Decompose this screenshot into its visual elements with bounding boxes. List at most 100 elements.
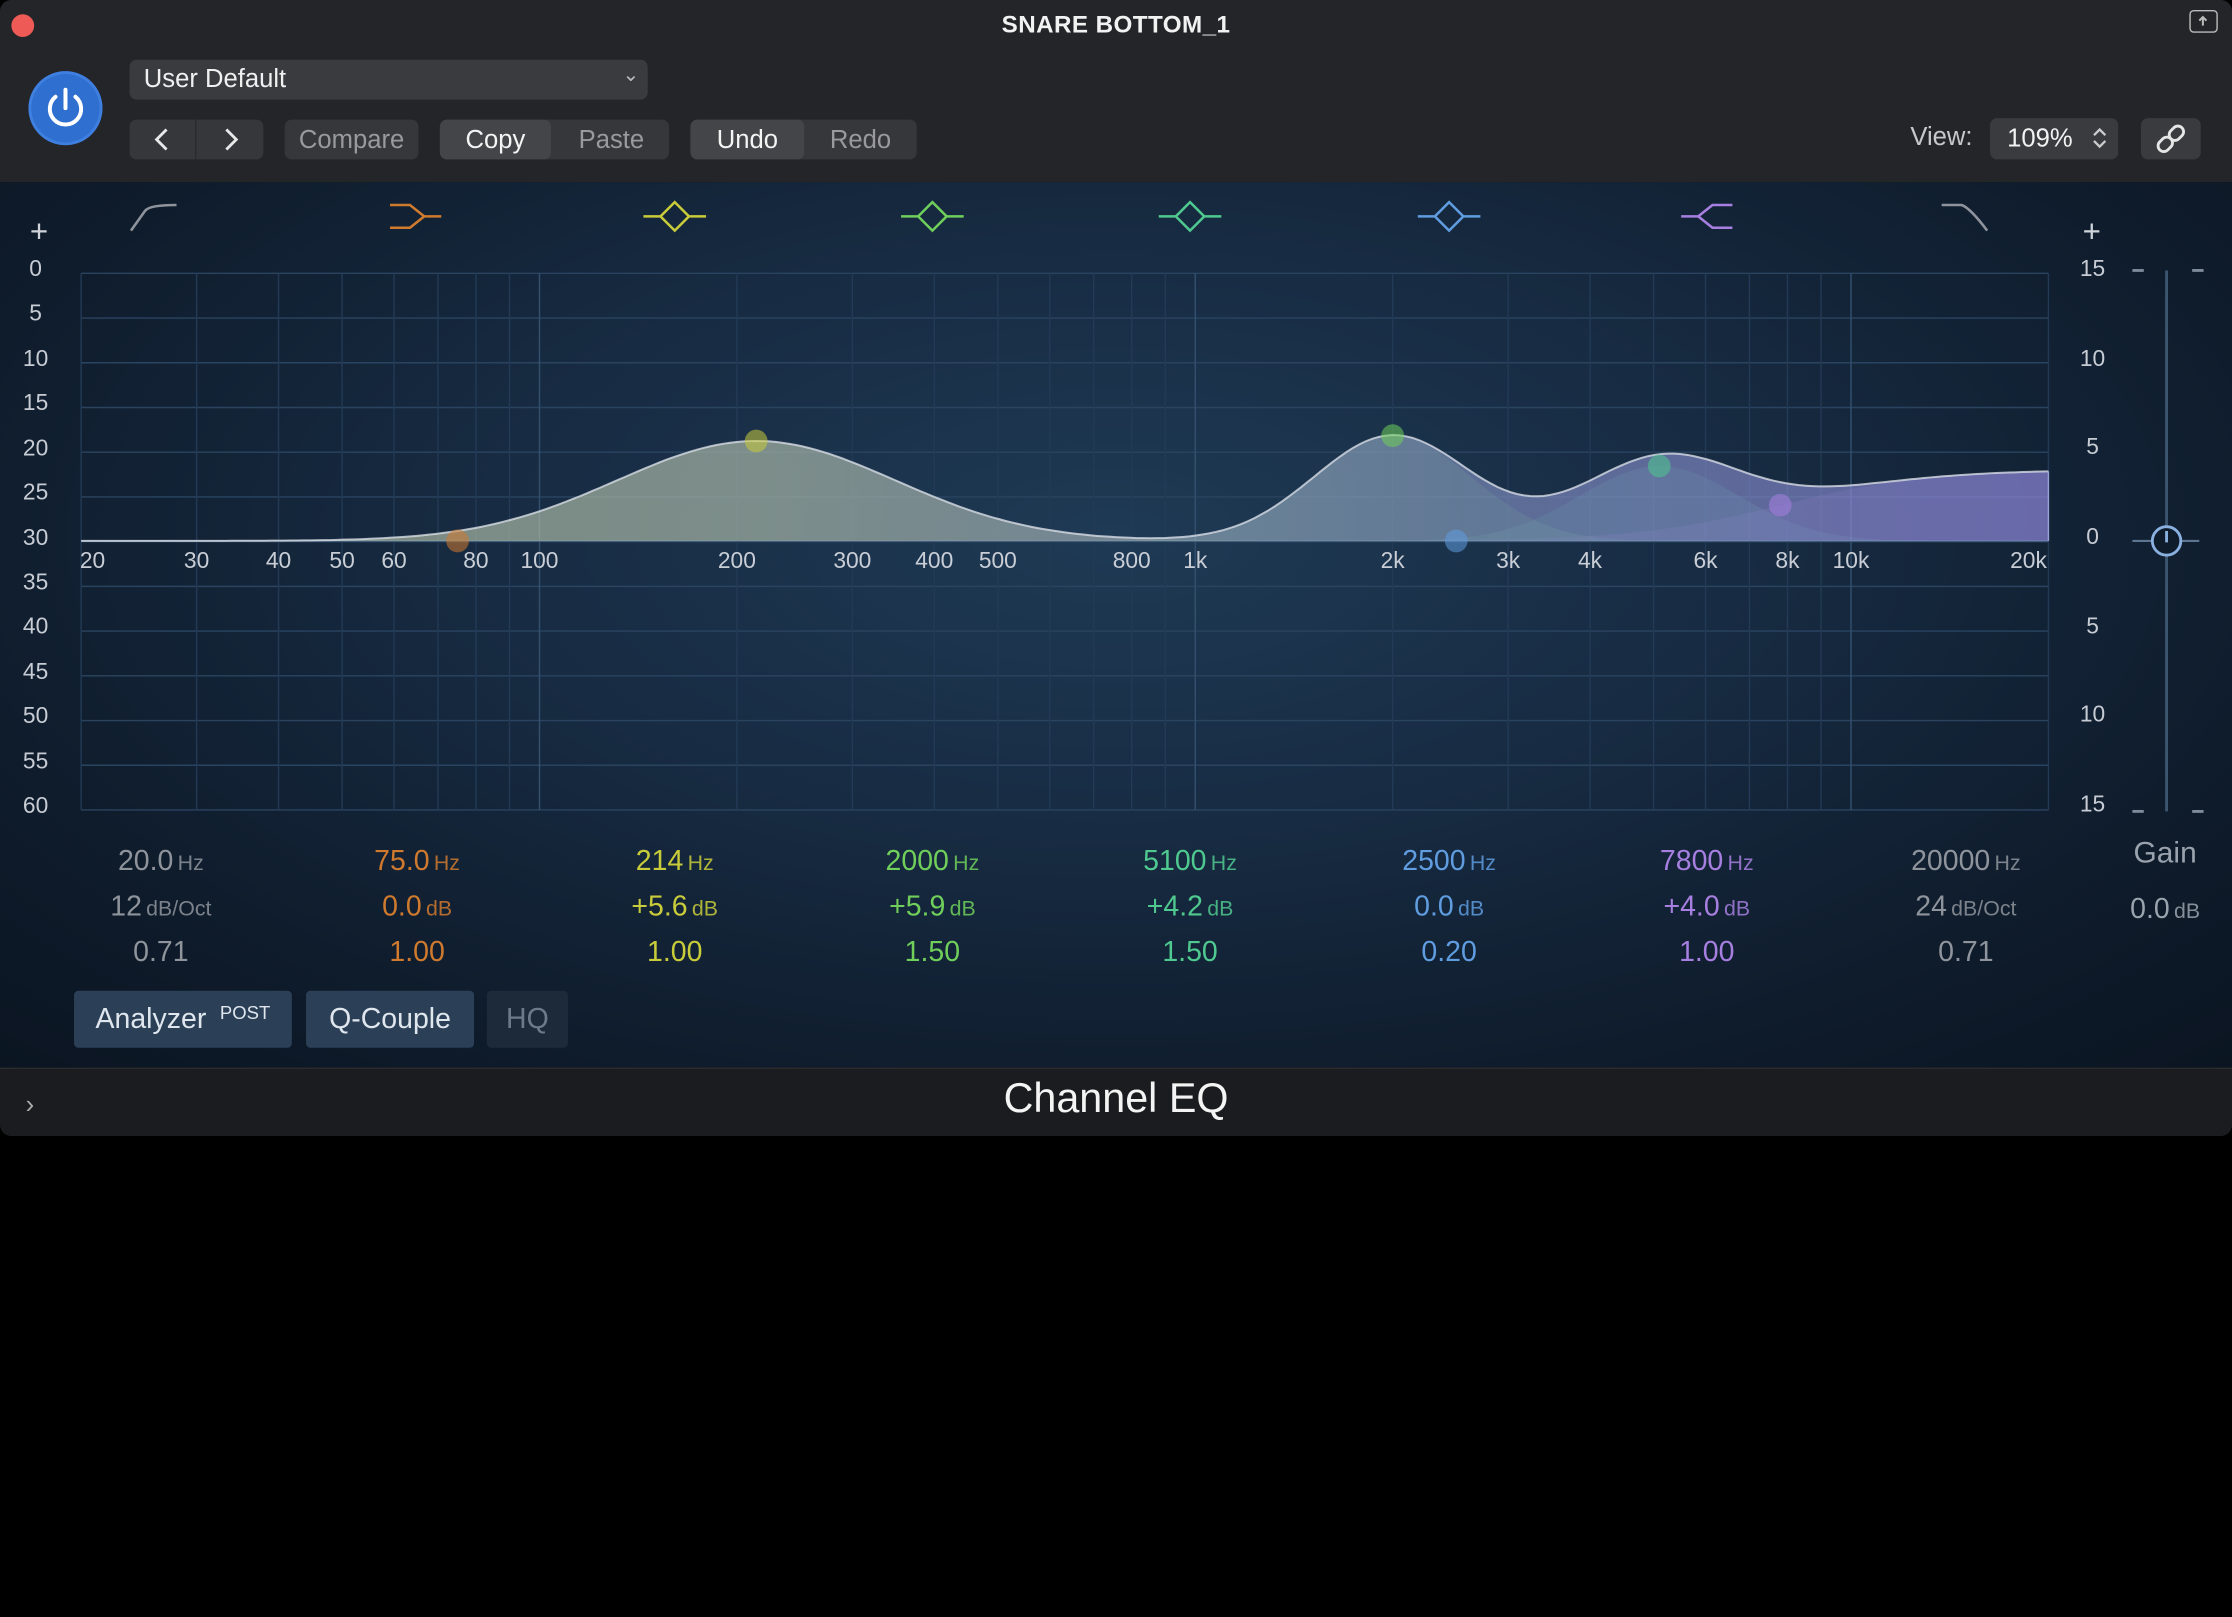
- band-8-gain[interactable]: 24 dB/Oct: [1866, 891, 2065, 924]
- gain-value: +4.0: [1663, 891, 1720, 923]
- gain-unit: dB/Oct: [1951, 896, 2017, 922]
- band-3-gain[interactable]: +5.6 dB: [575, 891, 774, 924]
- band-4-bell-icon[interactable]: [901, 200, 964, 233]
- band-5-bell-icon[interactable]: [1158, 200, 1222, 233]
- band-node-3[interactable]: [744, 429, 768, 453]
- copy-paste-group: Copy Paste: [439, 119, 670, 160]
- prev-preset-button[interactable]: [130, 119, 197, 160]
- gain-value: 0.0: [382, 891, 422, 923]
- gain-value: +5.9: [889, 891, 946, 923]
- band-node-7[interactable]: [1768, 493, 1792, 517]
- band-node-6[interactable]: [1444, 529, 1468, 553]
- undo-button[interactable]: Undo: [690, 119, 805, 160]
- freq-axis-label: 6k: [1693, 549, 1718, 574]
- gain-value[interactable]: 0.0 dB: [2093, 894, 2232, 927]
- preset-dropdown[interactable]: User Default ⌄: [129, 59, 648, 100]
- analyzer-toggle[interactable]: Analyzer POST: [74, 990, 292, 1048]
- view-zoom-dropdown[interactable]: 109%: [1990, 118, 2119, 160]
- add-right-plus[interactable]: +: [2083, 214, 2101, 251]
- band-5-gain[interactable]: +4.2 dB: [1090, 891, 1289, 924]
- band-3-bell-icon[interactable]: [643, 200, 707, 233]
- gain-value: +4.2: [1146, 891, 1203, 923]
- band-1-frequency[interactable]: 20.0 Hz: [61, 846, 260, 879]
- freq-axis-label: 800: [1112, 549, 1151, 574]
- paste-button[interactable]: Paste: [554, 120, 669, 160]
- band-type-icons[interactable]: [129, 200, 1989, 233]
- band-8-frequency[interactable]: 20000 Hz: [1866, 846, 2065, 879]
- view-label: View:: [1910, 122, 1973, 151]
- hq-toggle[interactable]: HQ: [486, 990, 568, 1048]
- band-8-high-cut-icon[interactable]: [1941, 203, 1989, 232]
- freq-value: 20000: [1911, 845, 1991, 877]
- freq-axis-label: 10k: [1832, 549, 1870, 574]
- freq-value: 2500: [1402, 845, 1466, 877]
- eq-display[interactable]: + + 0 5 10 15 20 25 30 35 40 45 50 55 60 15 10 5 0 5 10 15…: [0, 182, 2232, 1068]
- power-button[interactable]: [28, 71, 103, 146]
- eq-curves: [81, 434, 2050, 542]
- gain-slider[interactable]: [2132, 269, 2204, 813]
- add-left-plus[interactable]: +: [30, 214, 48, 251]
- preset-nav-group: [129, 119, 264, 160]
- q-couple-toggle[interactable]: Q-Couple: [306, 990, 475, 1048]
- band-2-frequency[interactable]: 75.0 Hz: [317, 846, 516, 879]
- band-7-gain[interactable]: +4.0 dB: [1607, 891, 1806, 924]
- copy-button[interactable]: Copy: [439, 119, 551, 160]
- band-5-q[interactable]: 1.50: [1090, 937, 1289, 970]
- eq-graph[interactable]: [0, 182, 2232, 1067]
- analyzer-scale-label: 45: [22, 660, 49, 685]
- band-7-high-shelf-icon[interactable]: [1681, 203, 1733, 230]
- chevron-left-icon: [154, 128, 168, 151]
- eq-total-fill: [81, 435, 2049, 541]
- gain-unit: dB: [2173, 899, 2201, 924]
- band-3-q[interactable]: 1.00: [575, 937, 774, 970]
- band-7-q[interactable]: 1.00: [1607, 937, 1806, 970]
- compare-button[interactable]: Compare: [284, 119, 419, 160]
- freq-axis-label: 20: [79, 549, 106, 574]
- band-6-frequency[interactable]: 2500 Hz: [1349, 846, 1548, 879]
- freq-unit: Hz: [1727, 851, 1754, 876]
- redo-button[interactable]: Redo: [804, 120, 916, 160]
- band-2-gain[interactable]: 0.0 dB: [317, 891, 516, 924]
- freq-value: 5100: [1143, 845, 1207, 877]
- freq-value: 2000: [885, 845, 949, 877]
- band-4-frequency[interactable]: 2000 Hz: [833, 846, 1032, 879]
- freq-axis-label: 8k: [1775, 549, 1800, 574]
- link-button[interactable]: [2140, 118, 2201, 160]
- band-4-q[interactable]: 1.50: [833, 937, 1032, 970]
- band-4-gain[interactable]: +5.9 dB: [833, 891, 1032, 924]
- analyzer-scale-label: 0: [29, 257, 42, 282]
- band-1-low-cut-icon[interactable]: [129, 203, 177, 232]
- band-3-frequency[interactable]: 214 Hz: [575, 846, 774, 879]
- gain-label: Gain: [2133, 837, 2197, 870]
- gain-unit: dB: [425, 896, 453, 922]
- analyzer-scale-label: 40: [22, 615, 49, 640]
- band-1-gain[interactable]: 12 dB/Oct: [61, 891, 260, 924]
- analyzer-scale-label: 35: [22, 570, 49, 595]
- band-node-5[interactable]: [1647, 454, 1671, 478]
- analyzer-scale-label: 55: [22, 749, 49, 774]
- freq-axis-label: 200: [717, 549, 756, 574]
- analyzer-scale-label: 15: [22, 391, 49, 417]
- band-6-gain[interactable]: 0.0 dB: [1349, 891, 1548, 924]
- band-6-q[interactable]: 0.20: [1349, 937, 1548, 970]
- gain-value: 12: [110, 891, 142, 923]
- expand-window-icon[interactable]: [2189, 9, 2218, 33]
- freq-axis-label: 100: [520, 549, 559, 574]
- gain-value: 0.0: [1414, 891, 1454, 923]
- band-1-q[interactable]: 0.71: [61, 937, 260, 970]
- gain-number: 0.0: [2130, 893, 2170, 926]
- chevron-right-icon: [225, 128, 239, 151]
- freq-axis-label: 40: [265, 549, 292, 574]
- band-node-4[interactable]: [1381, 424, 1405, 448]
- band-2-low-shelf-icon[interactable]: [390, 203, 442, 230]
- band-7-frequency[interactable]: 7800 Hz: [1607, 846, 1806, 879]
- freq-axis-label: 1k: [1183, 549, 1208, 574]
- band-6-bell-icon[interactable]: [1417, 200, 1481, 233]
- band-2-q[interactable]: 1.00: [317, 937, 516, 970]
- freq-axis-label: 500: [978, 549, 1017, 574]
- next-preset-button[interactable]: [196, 120, 263, 160]
- band-8-q[interactable]: 0.71: [1866, 937, 2065, 970]
- gain-scale-label: 5: [2086, 614, 2099, 639]
- band-5-frequency[interactable]: 5100 Hz: [1090, 846, 1289, 879]
- gain-unit: dB: [1457, 896, 1485, 922]
